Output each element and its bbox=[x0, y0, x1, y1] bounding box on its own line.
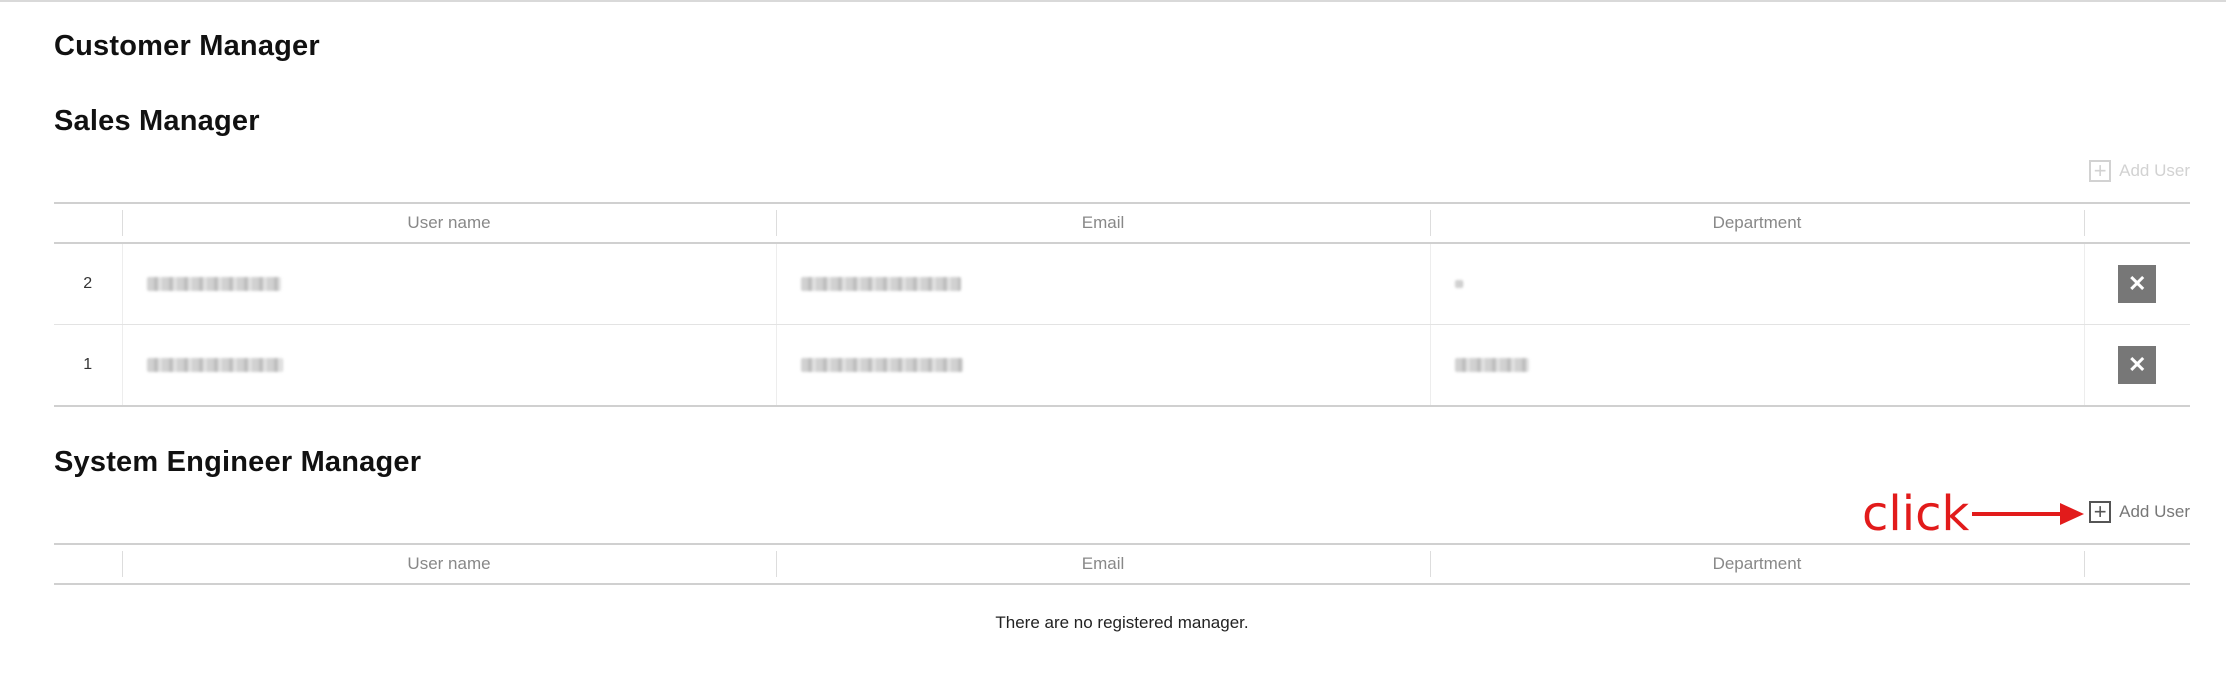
col-email: Email bbox=[776, 202, 1430, 244]
row-number: 1 bbox=[54, 324, 122, 407]
redacted-user-name bbox=[146, 276, 281, 291]
delete-user-button[interactable]: ✕ bbox=[2118, 346, 2157, 384]
table-row: 1 ✕ bbox=[54, 324, 2190, 407]
close-icon: ✕ bbox=[2128, 271, 2147, 296]
col-user-name: User name bbox=[122, 202, 776, 244]
action-cell: ✕ bbox=[2083, 243, 2190, 325]
department-cell bbox=[1429, 324, 2084, 407]
col-email: Email bbox=[776, 543, 1430, 585]
redacted-email bbox=[800, 357, 963, 372]
redacted-department bbox=[1454, 279, 1463, 288]
add-user-label: Add User bbox=[2119, 502, 2190, 521]
redacted-email bbox=[800, 276, 961, 291]
customer-manager-heading: Customer Manager bbox=[54, 30, 320, 62]
red-arrow-icon bbox=[1972, 503, 2084, 525]
col-actions bbox=[2084, 202, 2190, 244]
col-actions bbox=[2084, 543, 2190, 585]
col-user-name: User name bbox=[122, 543, 776, 585]
empty-message: There are no registered manager. bbox=[995, 613, 1249, 632]
col-number bbox=[54, 202, 122, 244]
action-cell: ✕ bbox=[2083, 324, 2190, 407]
col-number bbox=[54, 543, 122, 585]
user-name-cell bbox=[121, 243, 776, 325]
col-department: Department bbox=[1430, 543, 2084, 585]
table-row: 2 ✕ bbox=[54, 243, 2190, 325]
plus-icon: + bbox=[2089, 160, 2112, 182]
empty-row: There are no registered manager. bbox=[54, 584, 2190, 693]
redacted-department bbox=[1454, 357, 1529, 372]
row-number: 2 bbox=[54, 243, 122, 325]
col-department: Department bbox=[1430, 202, 2084, 244]
user-name-cell bbox=[121, 324, 776, 407]
close-icon: ✕ bbox=[2128, 352, 2147, 377]
add-user-label: Add User bbox=[2119, 161, 2190, 180]
email-cell bbox=[775, 243, 1430, 325]
table-header-row: User name Email Department bbox=[54, 543, 2190, 585]
sales-add-user-button[interactable]: + Add User bbox=[2089, 160, 2190, 182]
redacted-user-name bbox=[146, 357, 283, 372]
system-engineer-add-user-button[interactable]: + Add User bbox=[2089, 501, 2190, 523]
system-engineer-manager-heading: System Engineer Manager bbox=[54, 446, 422, 478]
department-cell bbox=[1429, 243, 2084, 325]
sales-manager-table: User name Email Department 2 ✕ 1 ✕ bbox=[54, 202, 2190, 407]
delete-user-button[interactable]: ✕ bbox=[2118, 265, 2157, 303]
click-annotation: click bbox=[1862, 486, 1970, 542]
top-divider bbox=[0, 0, 2226, 2]
table-header-row: User name Email Department bbox=[54, 202, 2190, 244]
sales-manager-heading: Sales Manager bbox=[54, 105, 260, 137]
plus-icon: + bbox=[2089, 501, 2112, 523]
system-engineer-manager-table: User name Email Department There are no … bbox=[54, 543, 2190, 693]
email-cell bbox=[775, 324, 1430, 407]
